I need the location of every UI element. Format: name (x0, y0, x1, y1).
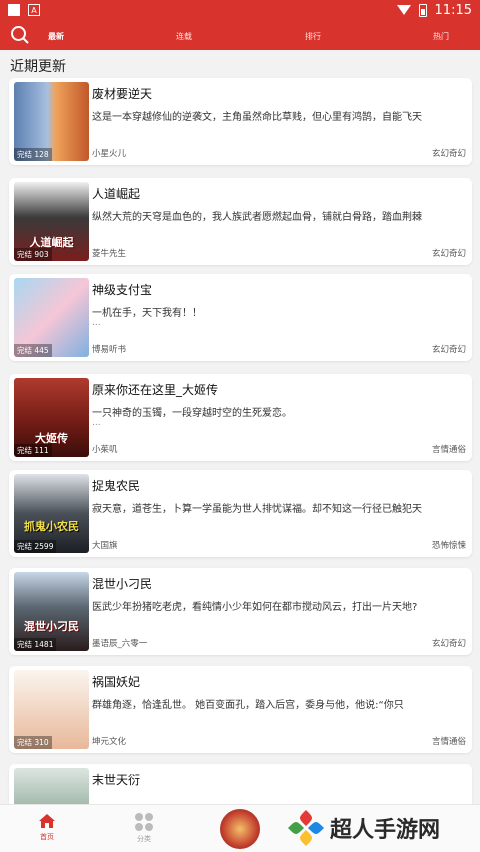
cover-title-art: 抓鬼小农民 (24, 520, 79, 533)
watermark-text: 超人手游网 (330, 818, 441, 843)
book-title: 捉鬼农民 (92, 479, 141, 493)
book-cover: 大姬传 完结 111 (14, 378, 89, 457)
clock: 11:15 (434, 2, 472, 18)
cover-badge: 完结 1481 (14, 638, 57, 651)
book-desc: 纵然大荒的天穹是血色的，我人族武者愿燃起血骨，铺就白骨路，踏血荆棘 (92, 212, 422, 223)
book-author: 小星火儿 (92, 149, 127, 159)
book-card[interactable]: 抓鬼小农民 完结 2599 捉鬼农民 寂天意，道苍生，卜算一学虽能为世人排忧谋福… (9, 470, 472, 557)
cover-badge: 完结 903 (14, 248, 52, 261)
book-title: 神级支付宝 (92, 283, 153, 297)
book-card[interactable]: 混世小刁民 完结 1481 混世小刁民 医武少年扮猪吃老虎，看纯情小少年如何在都… (9, 568, 472, 655)
cover-title-art: 混世小刁民 (24, 620, 79, 633)
book-title: 原来你还在这里_大姬传 (92, 383, 219, 397)
nav-category[interactable]: 分类 (124, 813, 164, 844)
book-genre: 言情通俗 (431, 445, 466, 455)
book-cover: 完结 310 (14, 670, 89, 749)
ellipsis: ... (92, 318, 101, 328)
book-title: 祸国妖妃 (92, 675, 141, 689)
nav-category-label: 分类 (137, 835, 151, 843)
book-genre: 言情通俗 (431, 737, 466, 747)
tab-ranking[interactable]: 排行 (305, 31, 321, 42)
book-cover: 人道崛起 完结 903 (14, 182, 89, 261)
watermark-logo (286, 808, 326, 848)
cover-badge: 完结 310 (14, 736, 52, 749)
nav-home-label: 首页 (40, 833, 54, 841)
book-genre: 玄幻奇幻 (431, 149, 466, 159)
book-cover: 完结 128 (14, 82, 89, 161)
book-card[interactable]: 完结 128 废材要逆天 这是一本穿越修仙的逆袭文，主角虽然命比草贱，但心里有鸿… (9, 78, 472, 165)
tab-latest[interactable]: 最新 (48, 31, 64, 42)
cover-badge: 完结 445 (14, 344, 52, 357)
book-desc: 群雄角逐，恰逢乱世。 她百变面孔，踏入后宫，委身与他，他说:“你只 (92, 700, 404, 711)
book-title: 末世天衍 (92, 773, 141, 787)
book-title: 人道崛起 (92, 187, 141, 201)
book-genre: 恐怖惊悚 (431, 541, 466, 551)
section-title: 近期更新 (10, 59, 66, 75)
cover-badge: 完结 111 (14, 444, 52, 457)
cover-badge: 完结 2599 (14, 540, 57, 553)
book-genre: 玄幻奇幻 (431, 639, 466, 649)
book-cover: 混世小刁民 完结 1481 (14, 572, 89, 651)
ellipsis: ... (92, 418, 101, 428)
book-card[interactable]: 完结 310 祸国妖妃 群雄角逐，恰逢乱世。 她百变面孔，踏入后宫，委身与他，他… (9, 666, 472, 753)
book-cover: 抓鬼小农民 完结 2599 (14, 474, 89, 553)
book-title: 废材要逆天 (92, 87, 153, 101)
top-nav: 最新 连载 排行 热门 (0, 20, 480, 50)
tab-serial[interactable]: 连载 (176, 31, 192, 42)
search-icon[interactable] (0, 20, 40, 50)
book-desc: 一只神奇的玉镯，一段穿越时空的生死爱恋。 (92, 408, 292, 419)
book-desc: 一机在手，天下我有！！ (92, 308, 202, 319)
book-cover: 完结 445 (14, 278, 89, 357)
category-icon (135, 813, 153, 831)
book-author: 大国旗 (92, 541, 118, 551)
book-author: 菱牛先生 (92, 249, 127, 259)
book-author: 墨语辰_六零一 (92, 639, 148, 649)
status-bar: A 11:15 (0, 0, 480, 20)
app-badge-icon: A (28, 4, 40, 16)
nav-home[interactable]: 首页 (27, 813, 67, 842)
book-genre: 玄幻奇幻 (431, 345, 466, 355)
book-author: 博易听书 (92, 345, 127, 355)
book-card[interactable]: 完结 445 神级支付宝 一机在手，天下我有！！ ... 博易听书 玄幻奇幻 (9, 274, 472, 361)
book-title: 混世小刁民 (92, 577, 153, 591)
notification-icon (8, 4, 20, 16)
book-card[interactable]: 大姬传 完结 111 原来你还在这里_大姬传 一只神奇的玉镯，一段穿越时空的生死… (9, 374, 472, 461)
home-icon (39, 814, 55, 828)
cover-badge: 完结 128 (14, 148, 52, 161)
watermark: 超人手游网 (286, 806, 480, 850)
center-avatar[interactable] (220, 809, 260, 849)
book-author: 小茱叽 (92, 445, 118, 455)
tab-hot[interactable]: 热门 (433, 31, 449, 42)
wifi-icon (396, 5, 411, 15)
book-desc: 寂天意，道苍生，卜算一学虽能为世人排忧谋福。却不知这一行径已触犯天 (92, 504, 422, 515)
battery-icon (418, 3, 427, 17)
book-desc: 这是一本穿越修仙的逆袭文，主角虽然命比草贱，但心里有鸿鹄，自能飞天 (92, 112, 422, 123)
book-author: 坤元文化 (92, 737, 127, 747)
book-genre: 玄幻奇幻 (431, 249, 466, 259)
book-desc: 医武少年扮猪吃老虎，看纯情小少年如何在都市搅动风云，打出一片天地? (92, 602, 418, 613)
book-card[interactable]: 人道崛起 完结 903 人道崛起 纵然大荒的天穹是血色的，我人族武者愿燃起血骨，… (9, 178, 472, 265)
